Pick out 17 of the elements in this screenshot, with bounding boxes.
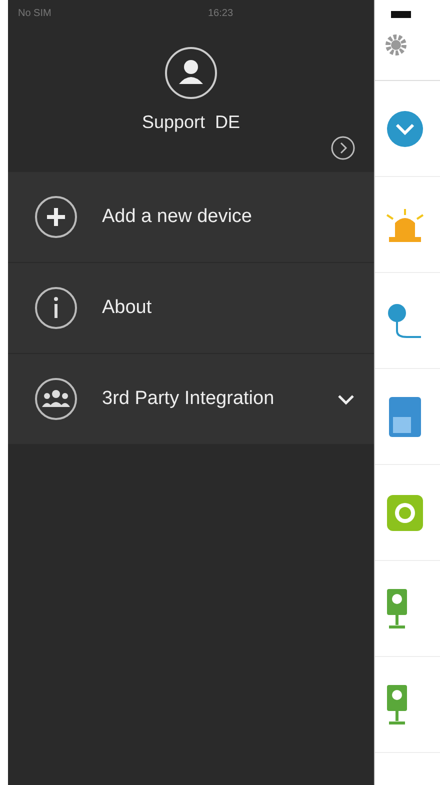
camera-lens-icon (385, 492, 425, 532)
camera-icon (385, 682, 409, 726)
siren-icon (385, 206, 425, 242)
user-avatar-icon (164, 46, 218, 100)
menu-item[interactable]: Add a new device (8, 172, 374, 262)
carrier-text: No SIM (18, 8, 52, 18)
plus-icon (34, 195, 78, 239)
people-icon (34, 377, 78, 421)
camera-icon (385, 586, 409, 630)
clock-text: 16:23 (208, 8, 234, 18)
menu-item[interactable]: 3rd Party Integration (8, 353, 374, 444)
settings-icon[interactable] (383, 32, 409, 58)
info-icon (34, 286, 78, 330)
menu-item[interactable]: About (8, 262, 374, 353)
chevron-right-icon[interactable] (330, 135, 356, 161)
profile-name: Support DE (142, 112, 240, 133)
chevron-down-badge-icon[interactable] (385, 108, 425, 148)
